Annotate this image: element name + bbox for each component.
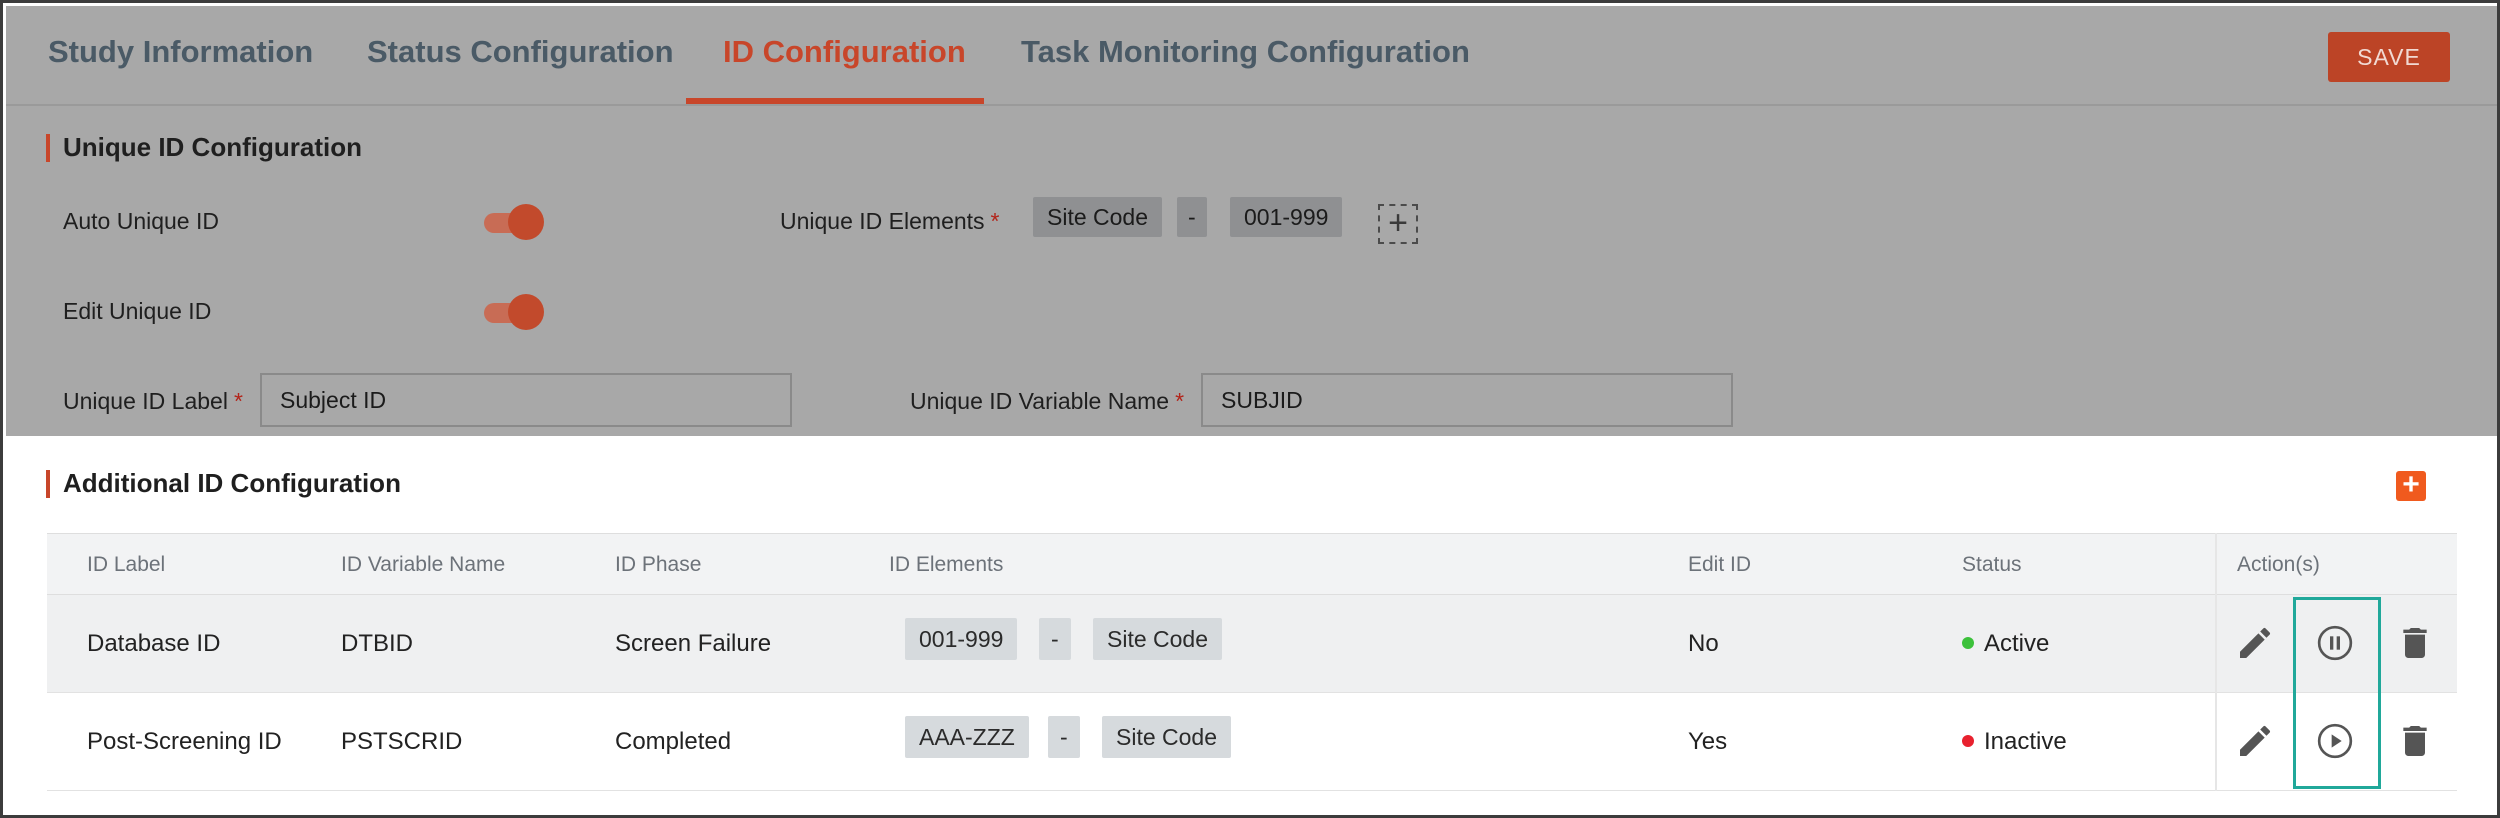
- column-header: Edit ID: [1688, 553, 1752, 576]
- edit-unique-id-label: Edit Unique ID: [63, 298, 212, 324]
- column-header: ID Label: [87, 553, 166, 576]
- edit-id-cell: Yes: [1688, 728, 1728, 755]
- id-element-chip: -: [1048, 716, 1080, 758]
- unique-id-elements-label: Unique ID Elements *: [780, 208, 1000, 234]
- unique-id-label-label: Unique ID Label *: [63, 388, 243, 414]
- column-header: ID Variable Name: [341, 553, 506, 576]
- tab-study-information[interactable]: Study Information: [48, 34, 313, 70]
- column-header: ID Phase: [615, 553, 702, 576]
- table-header: ID Label ID Variable Name ID Phase ID El…: [47, 533, 2457, 595]
- section-accent-bar: [46, 470, 50, 498]
- app-window: Study Information Status Configuration I…: [0, 0, 2500, 818]
- unique-id-element-chip[interactable]: Site Code: [1033, 197, 1163, 237]
- delete-button[interactable]: [2395, 721, 2435, 761]
- trash-icon: [2403, 726, 2427, 756]
- actions-column-divider: [2215, 533, 2217, 791]
- auto-unique-id-toggle[interactable]: [484, 204, 544, 240]
- add-additional-id-button[interactable]: +: [2396, 468, 2426, 501]
- highlight-box: [2293, 597, 2381, 789]
- tab-bar: Study Information Status Configuration I…: [6, 6, 2497, 106]
- unique-id-variable-name-label: Unique ID Variable Name *: [910, 388, 1185, 414]
- status-cell: Inactive: [1962, 728, 2067, 756]
- edit-button[interactable]: [2235, 623, 2275, 663]
- edit-button[interactable]: [2235, 721, 2275, 761]
- id-phase-cell: Completed: [615, 728, 732, 755]
- unique-id-element-chip[interactable]: -: [1177, 197, 1207, 237]
- save-button[interactable]: SAVE: [2328, 32, 2450, 82]
- table-row: Post-Screening ID PSTSCRID Completed AAA…: [47, 693, 2457, 791]
- column-header: Status: [1962, 553, 2022, 576]
- trash-icon: [2403, 628, 2427, 658]
- id-label-cell: Database ID: [87, 630, 221, 657]
- status-active-dot: [1962, 636, 1974, 649]
- unique-id-section-title: Unique ID Configuration: [63, 132, 362, 162]
- unique-id-variable-name-input[interactable]: SUBJID: [1201, 373, 1733, 427]
- unique-id-element-chip[interactable]: 001-999: [1230, 197, 1343, 237]
- add-element-button[interactable]: +: [1378, 204, 1418, 244]
- pencil-icon: [2240, 725, 2271, 756]
- id-variable-cell: PSTSCRID: [341, 728, 463, 755]
- tab-id-configuration[interactable]: ID Configuration: [723, 34, 966, 70]
- column-header: ID Elements: [889, 553, 1004, 576]
- pencil-icon: [2240, 627, 2271, 658]
- dimmed-overlay-region: Study Information Status Configuration I…: [6, 6, 2497, 436]
- section-accent-bar: [46, 134, 50, 162]
- id-phase-cell: Screen Failure: [615, 630, 772, 657]
- plus-dashed-icon: +: [1388, 204, 1408, 242]
- table-row: Database ID DTBID Screen Failure 001-999…: [47, 595, 2457, 693]
- tab-status-configuration[interactable]: Status Configuration: [367, 34, 674, 70]
- additional-id-section-title: Additional ID Configuration: [63, 468, 401, 498]
- delete-button[interactable]: [2395, 623, 2435, 663]
- status-cell: Active: [1962, 630, 2049, 658]
- auto-unique-id-label: Auto Unique ID: [63, 208, 219, 234]
- id-element-chip: Site Code: [1093, 618, 1223, 660]
- active-tab-indicator: [686, 98, 984, 104]
- id-element-chip: 001-999: [905, 618, 1018, 660]
- status-inactive-dot: [1962, 734, 1974, 747]
- edit-id-cell: No: [1688, 630, 1719, 657]
- plus-icon: +: [2402, 468, 2420, 501]
- edit-unique-id-toggle[interactable]: [484, 294, 544, 330]
- unique-id-label-input[interactable]: Subject ID: [260, 373, 792, 427]
- column-header: Action(s): [2237, 553, 2320, 576]
- id-element-chip: -: [1039, 618, 1071, 660]
- id-element-chip: AAA-ZZZ: [905, 716, 1029, 758]
- id-variable-cell: DTBID: [341, 630, 413, 657]
- id-element-chip: Site Code: [1102, 716, 1232, 758]
- id-label-cell: Post-Screening ID: [87, 728, 282, 755]
- tab-task-monitoring-configuration[interactable]: Task Monitoring Configuration: [1021, 34, 1470, 70]
